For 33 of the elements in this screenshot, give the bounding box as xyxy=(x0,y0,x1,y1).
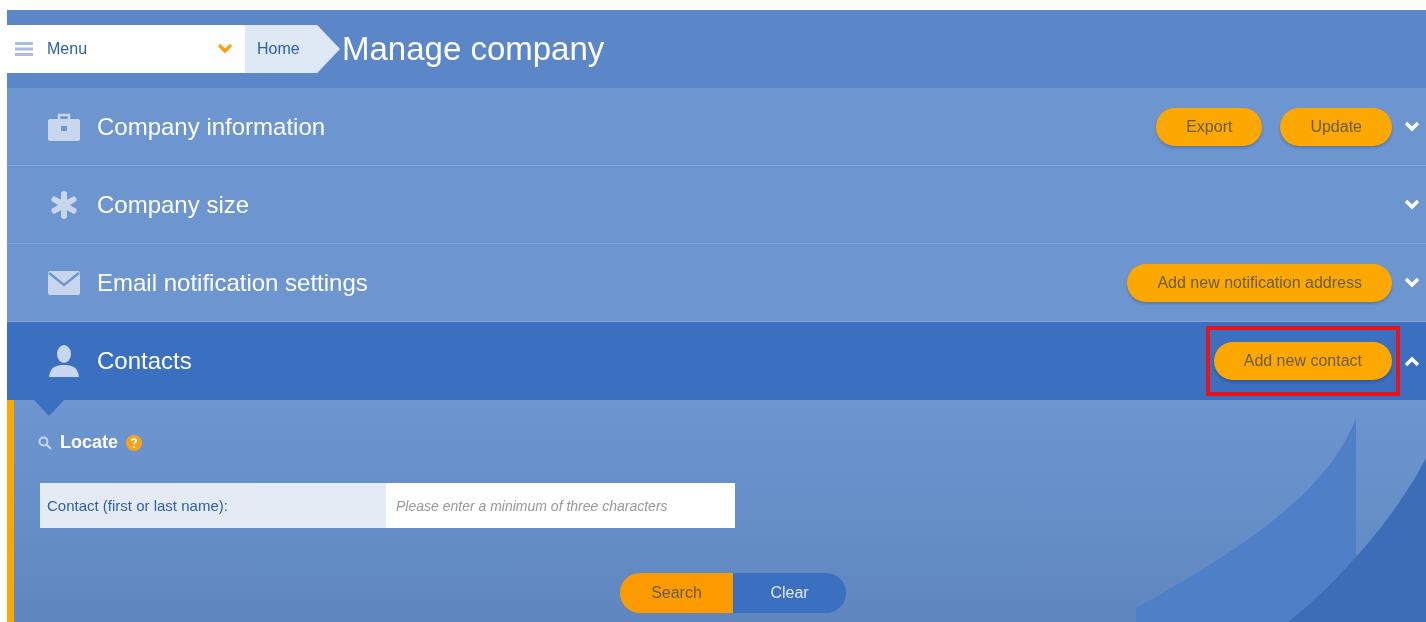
chevron-up-icon xyxy=(1404,355,1420,367)
menu-icon xyxy=(15,42,33,56)
chevron-down-icon xyxy=(1404,120,1420,133)
page-title: Manage company xyxy=(342,30,605,68)
briefcase-icon xyxy=(48,112,80,141)
section-title: Company information xyxy=(97,112,326,141)
clear-button[interactable]: Clear xyxy=(733,573,846,613)
pointer-arrow-icon xyxy=(34,400,64,416)
chevron-down-icon xyxy=(1404,198,1420,211)
locate-title: Locate xyxy=(60,432,119,453)
envelope-icon xyxy=(48,270,80,295)
section-title: Contacts xyxy=(97,347,192,375)
breadcrumb-link[interactable]: Home xyxy=(245,25,340,73)
chevron-down-icon xyxy=(217,43,233,55)
section-title: Email notification settings xyxy=(97,268,368,297)
asterisk-icon xyxy=(50,190,78,219)
person-icon xyxy=(49,345,79,377)
contact-search-field[interactable]: Please enter a minimum of three characters xyxy=(386,483,735,528)
action-button[interactable]: Add new notification address xyxy=(1127,263,1392,302)
search-icon xyxy=(38,435,52,450)
accordion-header[interactable]: Email notification settings Add new notification address xyxy=(7,244,1426,322)
search-button[interactable]: Search xyxy=(620,573,733,613)
help-icon[interactable] xyxy=(126,434,143,451)
menu-dropdown[interactable]: Menu xyxy=(7,25,245,73)
action-button[interactable]: Export xyxy=(1156,107,1263,146)
accordion-header[interactable]: Company information Export Update xyxy=(7,88,1426,166)
chevron-down-icon xyxy=(1404,276,1420,289)
accordion-header[interactable]: Contacts Add new contact xyxy=(7,322,1426,400)
accordion-header[interactable]: Company size xyxy=(7,166,1426,244)
field-label: Contact (first or last name): xyxy=(40,483,386,528)
action-button[interactable]: Update xyxy=(1280,107,1392,146)
section-title: Company size xyxy=(97,190,250,219)
action-button[interactable]: Add new contact xyxy=(1213,342,1392,380)
